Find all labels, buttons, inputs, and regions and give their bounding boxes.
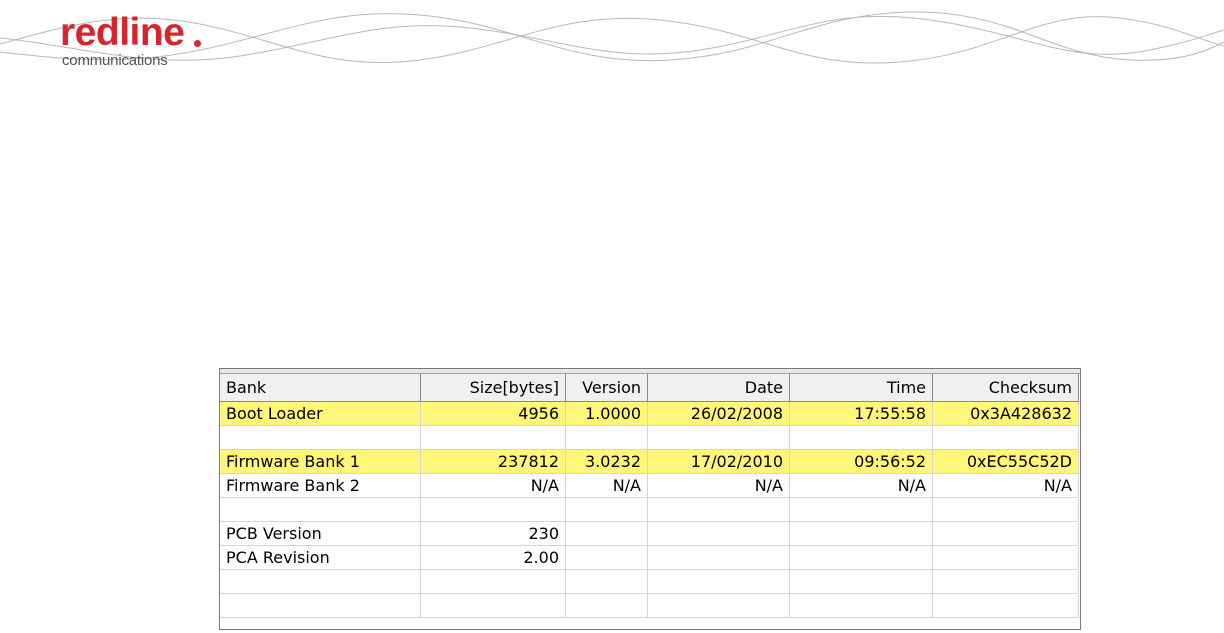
cell-bank: PCB Version (220, 522, 421, 546)
cell-bank (220, 594, 421, 618)
cell-bank (220, 498, 421, 522)
cell-bank: Boot Loader (220, 402, 421, 426)
cell-checksum (933, 546, 1079, 570)
table-row[interactable] (220, 498, 1079, 522)
cell-date (648, 426, 790, 450)
logo-tagline: communications (62, 52, 168, 69)
cell-date: 26/02/2008 (648, 402, 790, 426)
cell-version (566, 522, 648, 546)
cell-date (648, 594, 790, 618)
cell-time: 17:55:58 (790, 402, 933, 426)
cell-version: N/A (566, 474, 648, 498)
cell-bank (220, 426, 421, 450)
cell-bank: PCA Revision (220, 546, 421, 570)
cell-date (648, 570, 790, 594)
table-row[interactable] (220, 426, 1079, 450)
cell-checksum (933, 426, 1079, 450)
cell-time (790, 546, 933, 570)
cell-version (566, 498, 648, 522)
column-header-version[interactable]: Version (566, 374, 648, 402)
column-header-date[interactable]: Date (648, 374, 790, 402)
cell-size (421, 426, 566, 450)
cell-date: 17/02/2010 (648, 450, 790, 474)
cell-time: 09:56:52 (790, 450, 933, 474)
cell-checksum (933, 570, 1079, 594)
cell-version (566, 426, 648, 450)
cell-size: N/A (421, 474, 566, 498)
column-header-checksum[interactable]: Checksum (933, 374, 1079, 402)
column-header-time[interactable]: Time (790, 374, 933, 402)
cell-time (790, 426, 933, 450)
cell-time (790, 498, 933, 522)
cell-time (790, 594, 933, 618)
cell-checksum (933, 522, 1079, 546)
cell-version (566, 594, 648, 618)
cell-checksum: 0xEC55C52D (933, 450, 1079, 474)
cell-checksum (933, 594, 1079, 618)
column-header-bank[interactable]: Bank (220, 374, 421, 402)
logo-dot (194, 40, 201, 47)
table-row[interactable]: Firmware Bank 2 N/A N/A N/A N/A N/A (220, 474, 1079, 498)
redline-logo: redline communications (60, 12, 220, 82)
cell-size (421, 594, 566, 618)
column-header-size[interactable]: Size[bytes] (421, 374, 566, 402)
table-row[interactable]: PCA Revision 2.00 (220, 546, 1079, 570)
cell-size (421, 570, 566, 594)
cell-bank: Firmware Bank 1 (220, 450, 421, 474)
firmware-info-table: Bank Size[bytes] Version Date Time Check… (219, 368, 1081, 630)
cell-date (648, 498, 790, 522)
cell-time (790, 522, 933, 546)
cell-bank: Firmware Bank 2 (220, 474, 421, 498)
cell-size: 237812 (421, 450, 566, 474)
table-header-row: Bank Size[bytes] Version Date Time Check… (220, 374, 1079, 402)
cell-version (566, 570, 648, 594)
cell-date: N/A (648, 474, 790, 498)
table-row[interactable]: Firmware Bank 1 237812 3.0232 17/02/2010 09:… (220, 450, 1079, 474)
cell-checksum: N/A (933, 474, 1079, 498)
table-row[interactable] (220, 594, 1079, 618)
cell-bank (220, 570, 421, 594)
cell-date (648, 546, 790, 570)
table-body: Boot Loader 4956 1.0000 26/02/2008 17:55:58 0… (220, 402, 1079, 618)
cell-size: 4956 (421, 402, 566, 426)
table-row[interactable] (220, 570, 1079, 594)
cell-checksum: 0x3A428632 (933, 402, 1079, 426)
cell-size (421, 498, 566, 522)
cell-version: 1.0000 (566, 402, 648, 426)
cell-size: 2.00 (421, 546, 566, 570)
page-header: redline communications (0, 0, 1224, 90)
cell-date (648, 522, 790, 546)
cell-version: 3.0232 (566, 450, 648, 474)
table-row[interactable]: PCB Version 230 (220, 522, 1079, 546)
cell-size: 230 (421, 522, 566, 546)
cell-time (790, 570, 933, 594)
logo-wordmark: redline (60, 11, 185, 54)
cell-checksum (933, 498, 1079, 522)
cell-version (566, 546, 648, 570)
cell-time: N/A (790, 474, 933, 498)
table-row[interactable]: Boot Loader 4956 1.0000 26/02/2008 17:55:58 0… (220, 402, 1079, 426)
